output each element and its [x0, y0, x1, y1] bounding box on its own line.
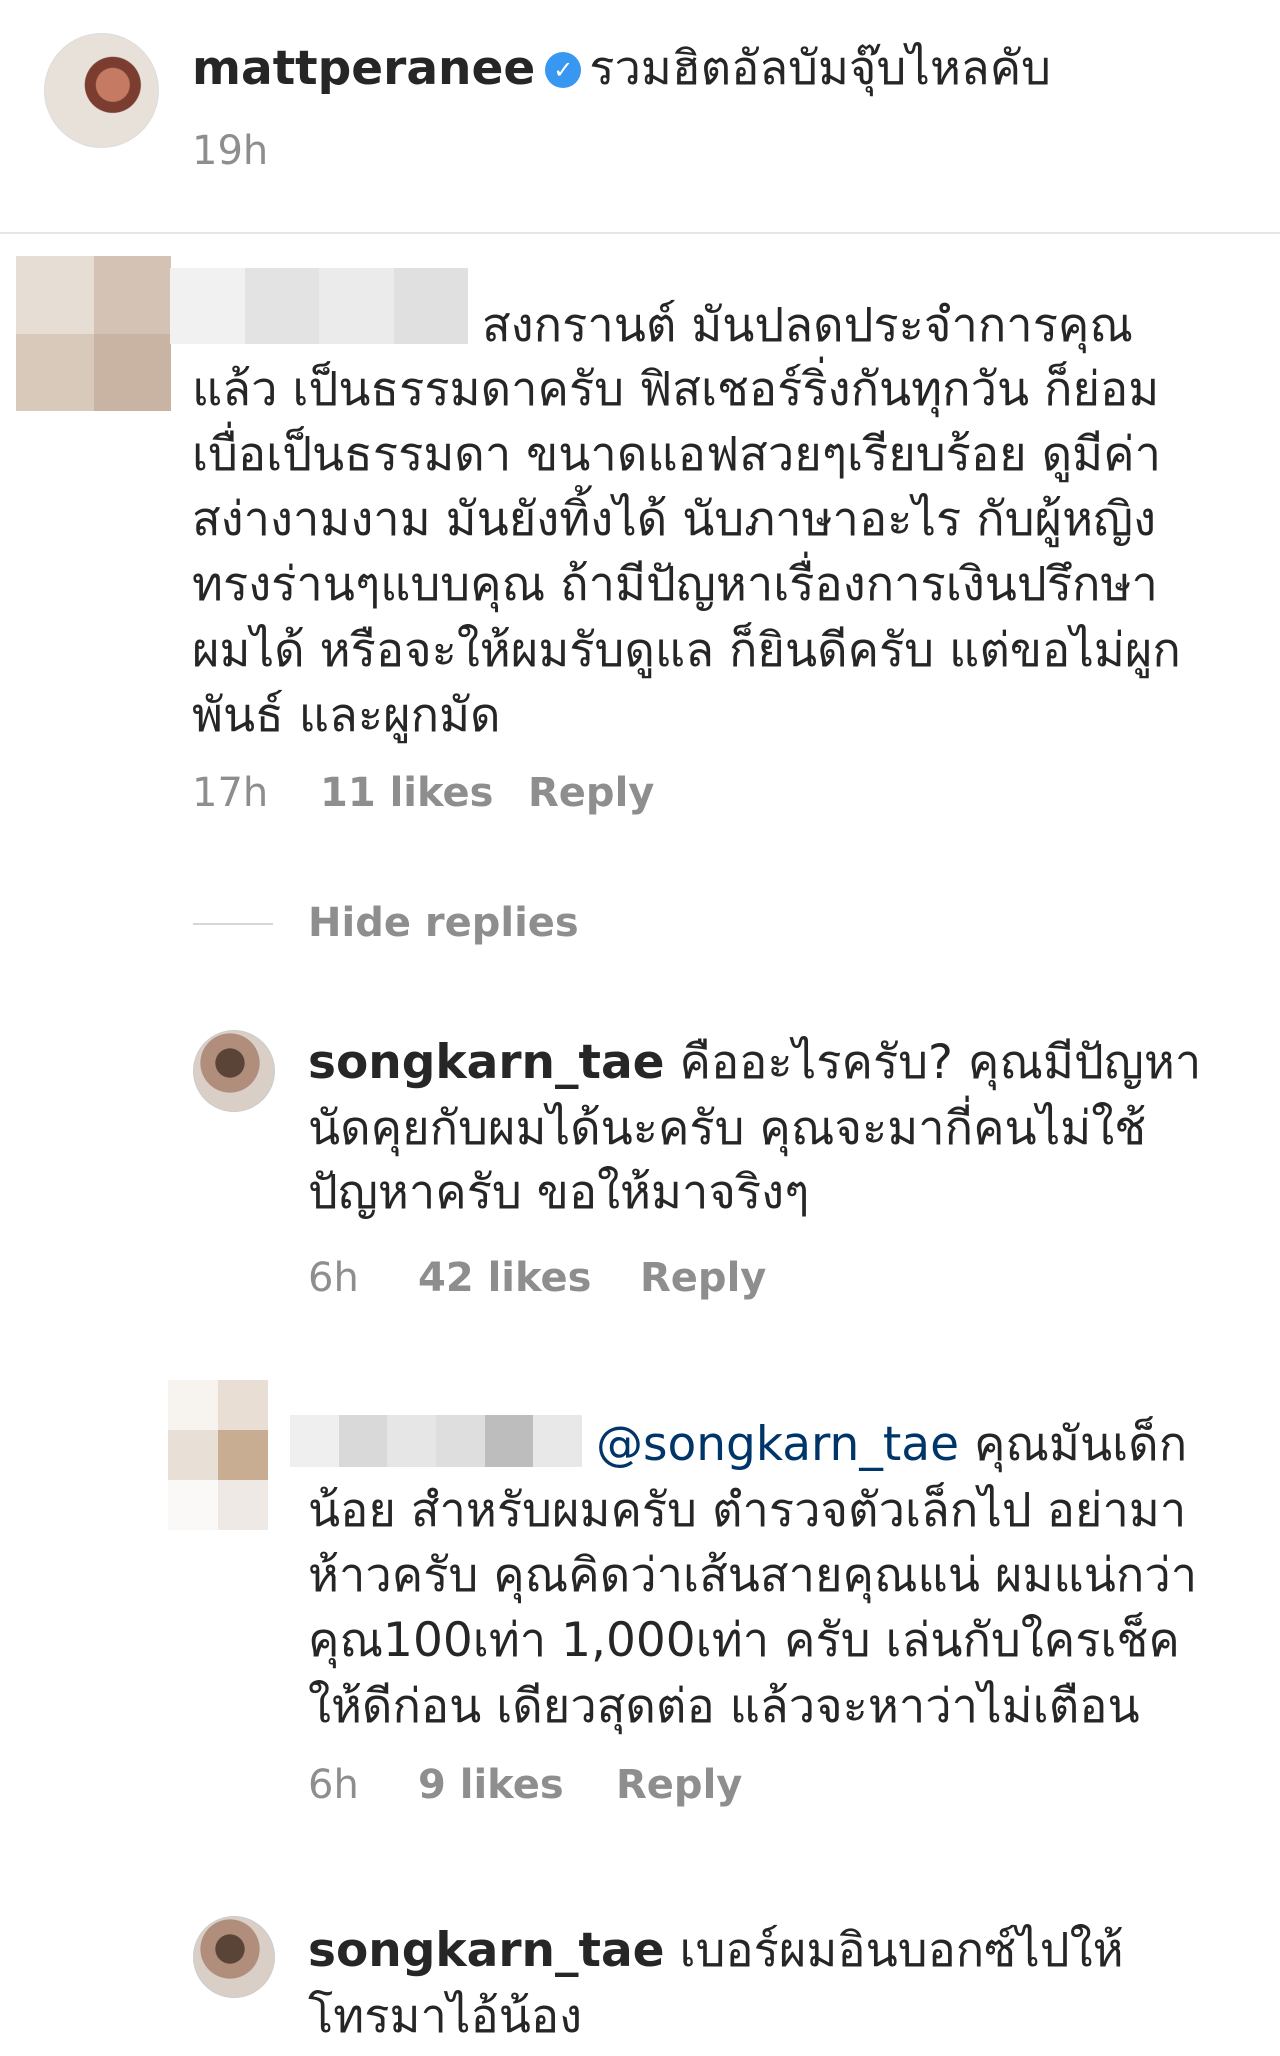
comment-timestamp: 17h	[192, 770, 269, 816]
reply-first-line: @songkarn_tae คุณมันเด็ก	[596, 1412, 1187, 1478]
comment-likes[interactable]: 11 likes	[320, 770, 493, 816]
reply-author-avatar[interactable]	[193, 1916, 275, 1998]
verified-badge-icon: ✓	[545, 52, 582, 88]
reply-text-line: ห้าวครับ คุณคิดว่าเส้นสายคุณแน่ ผมแน่กว่…	[308, 1548, 1198, 1603]
reply-username[interactable]: songkarn_tae	[308, 1923, 665, 1978]
post-username[interactable]: mattperanee	[192, 41, 535, 96]
reply-text: เบอร์ผมอินบอกซ์ไปให้	[679, 1923, 1124, 1978]
hide-replies-line	[193, 923, 273, 925]
reply-first-line: songkarn_tae เบอร์ผมอินบอกซ์ไปให้	[308, 1918, 1124, 1984]
post-caption-row: mattperanee ✓ รวมฮิตอัลบัมจุ๊บไหลคับ	[192, 36, 1252, 102]
reply-button[interactable]: Reply	[616, 1762, 742, 1808]
reply-username[interactable]: songkarn_tae	[308, 1035, 665, 1090]
post-author-avatar[interactable]	[44, 33, 159, 148]
post-caption: รวมฮิตอัลบัมจุ๊บไหลคับ	[589, 41, 1052, 96]
comment-text-line: สงกรานต์ มันปลดประจำการคุณ	[482, 298, 1133, 353]
comment-text-line: เบื่อเป็นธรรมดา ขนาดแอฟสวยๆเรียบร้อย ดูม…	[192, 427, 1161, 482]
comment-text-line: สง่างามงาม มันยังทิ้งได้ นับภาษาอะไร กับ…	[192, 492, 1157, 547]
hide-replies-button[interactable]: Hide replies	[308, 900, 579, 946]
blurred-avatar[interactable]	[16, 256, 171, 411]
reply-text: คืออะไรครับ? คุณมีปัญหา	[679, 1035, 1202, 1090]
blurred-avatar[interactable]	[168, 1380, 268, 1530]
comment-text-line: แล้ว เป็นธรรมดาครับ ฟิสเชอร์ริ่งกันทุกวั…	[192, 362, 1160, 417]
reply-text-line: ปัญหาครับ ขอให้มาจริงๆ	[308, 1165, 810, 1220]
reply-text-line: คุณ100เท่า 1,000เท่า ครับ เล่นกับใครเช็ค	[308, 1613, 1180, 1668]
reply-timestamp: 6h	[308, 1255, 359, 1301]
reply-author-avatar[interactable]	[193, 1030, 275, 1112]
reply-text-line: โทรมาไอ้น้อง	[308, 1989, 583, 2044]
reply-timestamp: 6h	[308, 1762, 359, 1808]
reply-text-line: นัดคุยกับผมได้นะครับ คุณจะมากี่คนไม่ใช้	[308, 1101, 1147, 1156]
comment-text-line: ผมได้ หรือจะให้ผมรับดูแล ก็ยินดีครับ แต่…	[192, 623, 1181, 678]
post-timestamp: 19h	[192, 128, 269, 174]
reply-text: คุณมันเด็ก	[973, 1417, 1188, 1472]
reply-first-line: songkarn_tae คืออะไรครับ? คุณมีปัญหา	[308, 1030, 1201, 1096]
reply-text-line: น้อย สำหรับผมครับ ตำรวจตัวเล็กไป อย่ามา	[308, 1483, 1187, 1538]
blurred-username[interactable]	[290, 1415, 582, 1467]
reply-likes[interactable]: 42 likes	[418, 1255, 591, 1301]
reply-text-line: ให้ดีก่อน เดียวสุดต่อ แล้วจะหาว่าไม่เตือ…	[308, 1679, 1140, 1734]
divider	[0, 232, 1280, 234]
reply-button[interactable]: Reply	[528, 770, 654, 816]
comment-text-line: ทรงร่านๆแบบคุณ ถ้ามีปัญหาเรื่องการเงินปร…	[192, 557, 1158, 612]
blurred-username[interactable]	[170, 268, 468, 344]
comment-text-line: พันธ์ และผูกมัด	[192, 688, 501, 743]
reply-likes[interactable]: 9 likes	[418, 1762, 564, 1808]
reply-button[interactable]: Reply	[640, 1255, 766, 1301]
mention-link[interactable]: @songkarn_tae	[596, 1417, 959, 1472]
